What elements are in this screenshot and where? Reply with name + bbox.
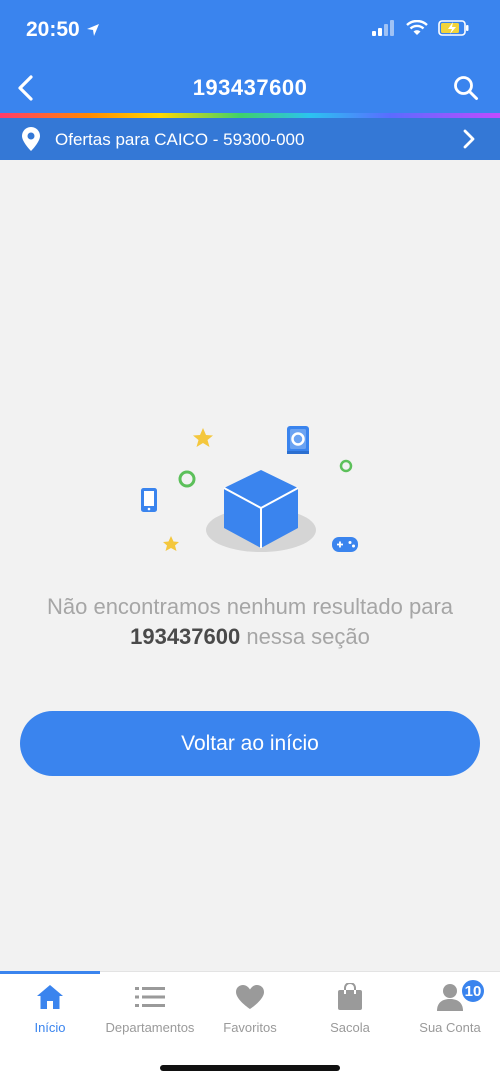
bag-icon [334, 982, 366, 1012]
empty-state-message: Não encontramos nenhum resultado para 19… [10, 592, 490, 652]
star-icon [193, 428, 213, 447]
tab-sacola[interactable]: Sacola [300, 982, 400, 1042]
battery-icon [438, 20, 469, 36]
location-text: Ofertas para CAICO - 59300-000 [55, 130, 305, 149]
tab-sua-conta[interactable]: 10 Sua Conta [400, 978, 500, 1042]
active-tab-indicator [0, 971, 100, 974]
app-header: 193437600 [0, 60, 500, 116]
location-bar[interactable]: Ofertas para CAICO - 59300-000 [0, 118, 500, 160]
home-icon [34, 982, 66, 1012]
search-icon [454, 76, 478, 100]
tab-label: Favoritos [223, 1020, 277, 1035]
empty-message-after: nessa seção [246, 624, 370, 649]
tab-departamentos[interactable]: Departamentos [100, 982, 200, 1042]
ring-icon [178, 470, 196, 488]
location-pin-icon [22, 127, 40, 151]
list-icon [134, 982, 166, 1012]
tab-favoritos[interactable]: Favoritos [200, 982, 300, 1042]
chevron-right-icon [463, 129, 475, 149]
tab-label: Início [34, 1020, 66, 1035]
signal-icon [372, 20, 394, 36]
phone-icon [141, 488, 157, 512]
clock: 20:50 [26, 18, 80, 41]
book-icon [287, 426, 309, 454]
app-screen: 20:50 193437600 Ofertas para CAICO - 593… [0, 0, 500, 1082]
star-icon-small [163, 536, 179, 551]
search-query: 193437600 [130, 624, 241, 649]
location-arrow-icon [86, 24, 99, 36]
gamepad-icon [332, 537, 358, 552]
search-button[interactable] [450, 72, 482, 104]
wifi-icon [406, 20, 428, 35]
page-title: 193437600 [192, 75, 308, 100]
status-bar: 20:50 [0, 0, 500, 60]
ring-icon-small [339, 459, 353, 473]
tab-label: Departamentos [105, 1020, 195, 1035]
back-to-home-button[interactable]: Voltar ao início [20, 711, 480, 776]
tab-inicio[interactable]: Início [0, 982, 100, 1042]
tab-label: Sua Conta [419, 1020, 481, 1035]
status-icons [372, 20, 470, 36]
heart-icon [234, 982, 266, 1012]
notification-badge: 10 [460, 978, 486, 1004]
empty-message-before: Não encontramos nenhum resultado para [46, 594, 454, 619]
tab-label: Sacola [330, 1020, 370, 1035]
status-time: 20:50 [26, 18, 100, 42]
empty-results-illustration [141, 426, 358, 552]
home-indicator [160, 1065, 340, 1071]
